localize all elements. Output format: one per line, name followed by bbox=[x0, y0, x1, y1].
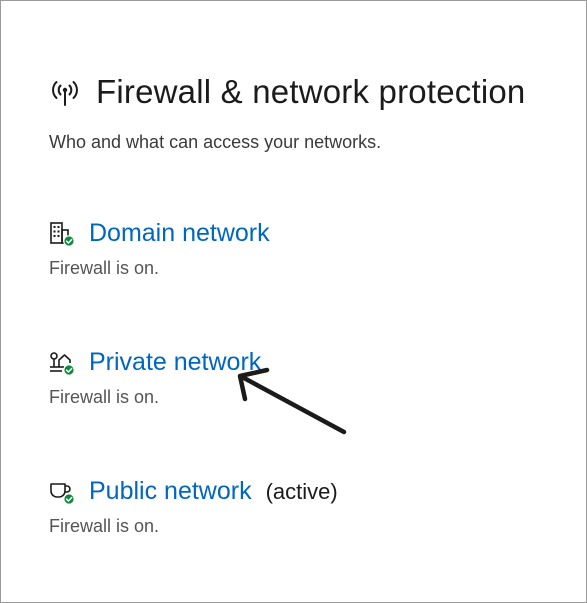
domain-network-status: Firewall is on. bbox=[49, 258, 160, 278]
firewall-panel: Firewall & network protection Who and wh… bbox=[0, 0, 587, 603]
domain-network-section: Domain network Firewall is on. bbox=[49, 219, 270, 279]
public-coffee-icon bbox=[49, 479, 75, 505]
antenna-broadcast-icon bbox=[49, 76, 81, 108]
pointer-arrow-icon bbox=[237, 367, 347, 435]
public-network-link[interactable]: Public network bbox=[89, 477, 252, 506]
private-network-status: Firewall is on. bbox=[49, 387, 160, 407]
domain-network-link[interactable]: Domain network bbox=[89, 219, 270, 248]
private-network-row: Private network bbox=[49, 348, 261, 377]
private-network-section: Private network Firewall is on. bbox=[49, 348, 261, 408]
page-title: Firewall & network protection bbox=[96, 73, 526, 110]
active-network-label: (active) bbox=[265, 478, 338, 504]
public-network-section: Public network (active) Firewall is on. bbox=[49, 477, 338, 537]
public-network-row: Public network (active) bbox=[49, 477, 338, 506]
domain-network-row: Domain network bbox=[49, 219, 270, 248]
page-header: Firewall & network protection bbox=[49, 73, 525, 111]
public-network-status: Firewall is on. bbox=[49, 516, 160, 536]
private-house-icon bbox=[49, 350, 75, 376]
domain-building-icon bbox=[49, 221, 75, 247]
page-subtitle: Who and what can access your networks. bbox=[49, 132, 382, 152]
